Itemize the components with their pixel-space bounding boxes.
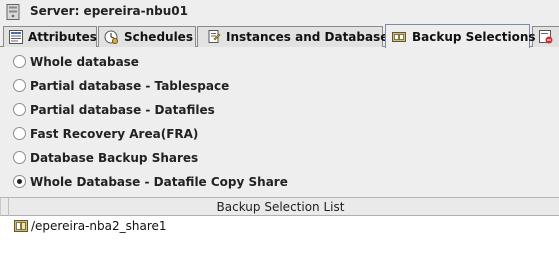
option-label: Partial database - Datafiles: [30, 103, 215, 117]
option-whole-database[interactable]: Whole database: [0, 51, 400, 73]
list-item-label: /epereira-nba2_share1: [31, 219, 167, 233]
option-label: Database Backup Shares: [30, 151, 199, 165]
tab-schedules[interactable]: Schedules: [98, 26, 196, 47]
radio-fast-recovery-area[interactable]: [13, 127, 26, 140]
radio-whole-database[interactable]: [13, 55, 26, 68]
schedules-icon: [104, 30, 118, 44]
tab-bar: Attributes Schedules Instances and Datab…: [0, 24, 559, 48]
attributes-icon: [9, 30, 23, 44]
server-icon: [6, 4, 20, 20]
tab-backup-selections[interactable]: Backup Selections: [385, 24, 536, 48]
option-label: Partial database - Tablespace: [30, 79, 230, 93]
tab-instances-and-databases[interactable]: Instances and Databases: [197, 26, 396, 47]
radio-partial-datafiles[interactable]: [13, 103, 26, 116]
share-icon: [14, 220, 28, 232]
tab-label: Instances and Databases: [226, 30, 396, 44]
radio-datafile-copy-share[interactable]: [13, 175, 26, 188]
tab-label: Backup Selections: [412, 30, 536, 44]
backup-selections-icon: [392, 32, 406, 42]
instances-icon: [208, 30, 221, 43]
option-label: Whole database: [30, 55, 139, 69]
option-fast-recovery-area[interactable]: Fast Recovery Area(FRA): [0, 123, 400, 145]
option-partial-tablespace[interactable]: Partial database - Tablespace: [0, 75, 400, 97]
radio-database-backup-shares[interactable]: [13, 151, 26, 164]
server-label: Server: epereira-nbu01: [30, 4, 188, 18]
list-header[interactable]: Backup Selection List: [0, 198, 559, 216]
option-label: Whole Database - Datafile Copy Share: [30, 175, 288, 189]
tab-attributes[interactable]: Attributes: [3, 26, 97, 47]
option-label: Fast Recovery Area(FRA): [30, 127, 199, 141]
option-datafile-copy-share[interactable]: Whole Database - Datafile Copy Share: [0, 171, 400, 193]
server-header: Server: epereira-nbu01: [0, 0, 559, 24]
tab-overflow[interactable]: [532, 26, 559, 47]
tab-label: Attributes: [28, 30, 97, 44]
backup-selection-list: Backup Selection List /epereira-nba2_sha…: [0, 197, 559, 262]
option-database-backup-shares[interactable]: Database Backup Shares: [0, 147, 400, 169]
option-partial-datafiles[interactable]: Partial database - Datafiles: [0, 99, 400, 121]
tab-label: Schedules: [124, 30, 193, 44]
list-item[interactable]: /epereira-nba2_share1: [0, 218, 559, 236]
list-header-label: Backup Selection List: [216, 200, 345, 214]
radio-partial-tablespace[interactable]: [13, 79, 26, 92]
exclude-icon: [539, 30, 553, 44]
